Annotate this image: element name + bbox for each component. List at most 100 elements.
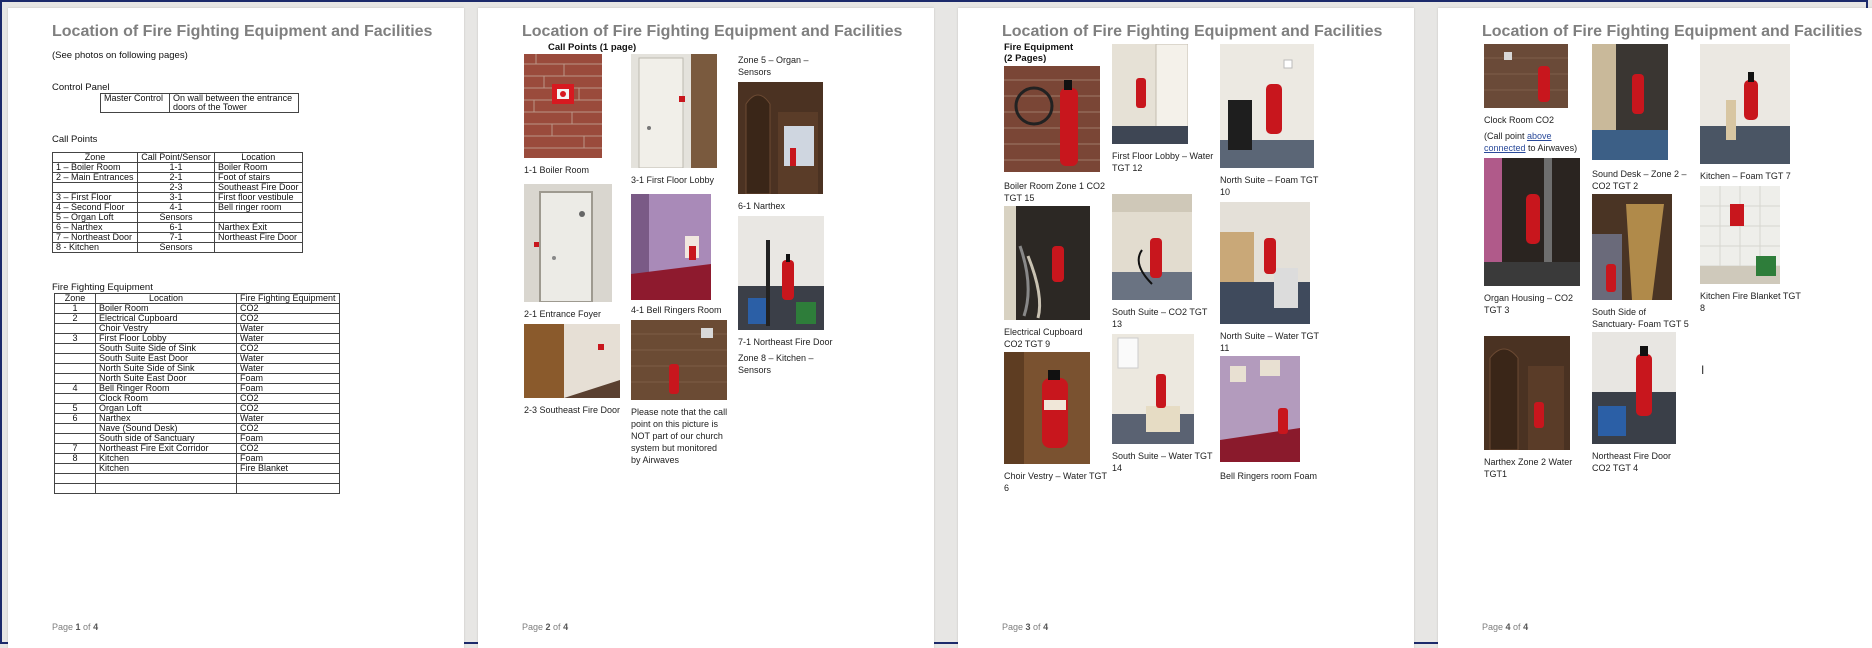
table-cell: Northeast Fire Door — [214, 232, 303, 243]
caption-entrance-foyer: 2-1 Entrance Foyer — [524, 309, 602, 319]
control-panel-location: On wall between the entrance doors of the… — [169, 93, 299, 113]
equipment-row: Clock Room CO2 — [54, 393, 340, 404]
clock-room-note: (Call point above connected to Airwaves) — [1484, 131, 1578, 153]
table-cell — [54, 483, 96, 494]
table-cell: 7-1 — [137, 232, 215, 243]
caption-narthex-water: Narthex Zone 2 Water TGT1 — [1484, 457, 1573, 479]
table-cell: Boiler Room — [214, 162, 303, 173]
caption-south-sanctuary: South Side of Sanctuary- Foam TGT 5 — [1592, 307, 1689, 329]
airwaves-note: Please note that the call point on this p… — [631, 407, 728, 465]
photo-electrical-cupboard — [1004, 206, 1090, 320]
photo-choir-vestry — [1004, 352, 1090, 464]
photo-airwaves-call-point — [631, 320, 727, 400]
table-cell: Water — [236, 363, 340, 374]
fire-equipment-heading: Fire Equipment (2 Pages) — [1004, 42, 1074, 64]
document-page-2: Location of Fire Fighting Equipment and … — [478, 8, 934, 648]
caption-bell-ringers-room: 4-1 Bell Ringers Room — [631, 305, 722, 315]
call-point-row: 6 – Narthex 6-1 Narthex Exit — [52, 222, 303, 233]
caption-zone-8: Zone 8 – Kitchen – Sensors — [738, 353, 814, 375]
table-cell — [54, 463, 96, 474]
control-panel-heading: Control Panel — [52, 82, 110, 93]
call-point-row: 3 – First Floor 3-1 First floor vestibule — [52, 192, 303, 203]
photo-south-suite-co2 — [1112, 194, 1192, 300]
table-cell: Fire Blanket — [236, 463, 340, 474]
control-panel-label: Master Control — [100, 93, 170, 113]
page-footer: Page 1 of 4 — [52, 622, 99, 632]
caption-north-suite-water: North Suite – Water TGT 11 — [1220, 331, 1320, 353]
photo-kitchen-foam — [1700, 44, 1790, 164]
table-cell: Foot of stairs — [214, 172, 303, 183]
caption-boiler-room: 1-1 Boiler Room — [524, 165, 590, 175]
equipment-table: Zone Location Fire Fighting Equipment 1B… — [54, 293, 340, 494]
caption-northeast-fire-door-co2: Northeast Fire Door CO2 TGT 4 — [1592, 451, 1672, 473]
table-cell: Foam — [236, 383, 340, 394]
table-cell: Electrical Cupboard — [95, 313, 237, 324]
table-cell: 2 — [54, 313, 96, 324]
photo-northeast-fire-door-co2 — [1592, 332, 1676, 444]
equipment-heading: Fire Fighting Equipment — [52, 282, 153, 293]
equipment-row: 8 Kitchen Foam — [54, 453, 340, 464]
table-cell — [214, 212, 303, 223]
table-cell: 6 – Narthex — [52, 222, 138, 233]
table-cell: Choir Vestry — [95, 323, 237, 334]
photo-south-sanctuary — [1592, 194, 1672, 300]
control-panel-table: Master Control On wall between the entra… — [100, 93, 299, 113]
table-cell — [54, 373, 96, 384]
table-cell: Nave (Sound Desk) — [95, 423, 237, 434]
photo-boiler-room-co2 — [1004, 66, 1100, 172]
call-points-table: Zone Call Point/Sensor Location 1 – Boil… — [52, 152, 303, 253]
photo-sound-desk — [1592, 44, 1668, 160]
equipment-row: 5 Organ Loft CO2 — [54, 403, 340, 414]
table-cell: 5 – Organ Loft — [52, 212, 138, 223]
caption-first-floor-lobby-water: First Floor Lobby – Water TGT 12 — [1112, 151, 1214, 173]
caption-electrical-cupboard: Electrical Cupboard CO2 TGT 9 — [1004, 327, 1083, 349]
call-point-row: 5 – Organ Loft Sensors — [52, 212, 303, 223]
table-cell — [54, 363, 96, 374]
caption-organ-housing: Organ Housing – CO2 TGT 3 — [1484, 293, 1574, 315]
table-cell: North Suite Side of Sink — [95, 363, 237, 374]
column-header: Location — [214, 152, 303, 163]
photo-north-suite-water — [1220, 202, 1310, 324]
table-cell: First Floor Lobby — [95, 333, 237, 344]
table-cell: South Suite East Door — [95, 353, 237, 364]
call-point-row: 2 – Main Entrances 2-1 Foot of stairs — [52, 172, 303, 183]
table-cell: Foam — [236, 433, 340, 444]
page-footer: Page 3 of 4 — [1002, 622, 1049, 632]
caption-sound-desk: Sound Desk – Zone 2 – CO2 TGT 2 — [1592, 169, 1687, 191]
photo-bell-ringers-room — [631, 194, 711, 300]
caption-choir-vestry: Choir Vestry – Water TGT 6 — [1004, 471, 1108, 493]
table-cell: South side of Sanctuary — [95, 433, 237, 444]
table-cell — [54, 433, 96, 444]
table-cell: Water — [236, 333, 340, 344]
equipment-row: Choir Vestry Water — [54, 323, 340, 334]
page-title: Location of Fire Fighting Equipment and … — [52, 23, 433, 40]
photo-first-floor-lobby — [631, 54, 717, 168]
equipment-row: 1 Boiler Room CO2 — [54, 303, 340, 314]
table-cell: Organ Loft — [95, 403, 237, 414]
equipment-row: South Suite Side of Sink CO2 — [54, 343, 340, 354]
photo-narthex — [738, 82, 823, 194]
photo-clock-room — [1484, 44, 1568, 108]
table-cell — [54, 343, 96, 354]
table-cell: Foam — [236, 373, 340, 384]
equipment-row: 2 Electrical Cupboard CO2 — [54, 313, 340, 324]
table-cell: 4 — [54, 383, 96, 394]
page-footer: Page 2 of 4 — [522, 622, 569, 632]
call-point-row: 8 - Kitchen Sensors — [52, 242, 303, 253]
photo-north-suite-foam — [1220, 44, 1314, 168]
caption-southeast-fire-door: 2-3 Southeast Fire Door — [524, 405, 621, 415]
table-cell: Clock Room — [95, 393, 237, 404]
caption-first-floor-lobby: 3-1 First Floor Lobby — [631, 175, 715, 185]
table-cell — [214, 242, 303, 253]
table-cell: CO2 — [236, 343, 340, 354]
photo-narthex-water — [1484, 336, 1570, 450]
equipment-row: 4 Bell Ringer Room Foam — [54, 383, 340, 394]
column-header: Call Point/Sensor — [137, 152, 215, 163]
table-cell — [54, 393, 96, 404]
equipment-row — [54, 483, 340, 494]
call-point-row: 7 – Northeast Door 7-1 Northeast Fire Door — [52, 232, 303, 243]
page-title: Location of Fire Fighting Equipment and … — [522, 23, 903, 40]
table-cell: Bell Ringer Room — [95, 383, 237, 394]
call-point-row: 4 – Second Floor 4-1 Bell ringer room — [52, 202, 303, 213]
caption-narthex: 6-1 Narthex — [738, 201, 786, 211]
